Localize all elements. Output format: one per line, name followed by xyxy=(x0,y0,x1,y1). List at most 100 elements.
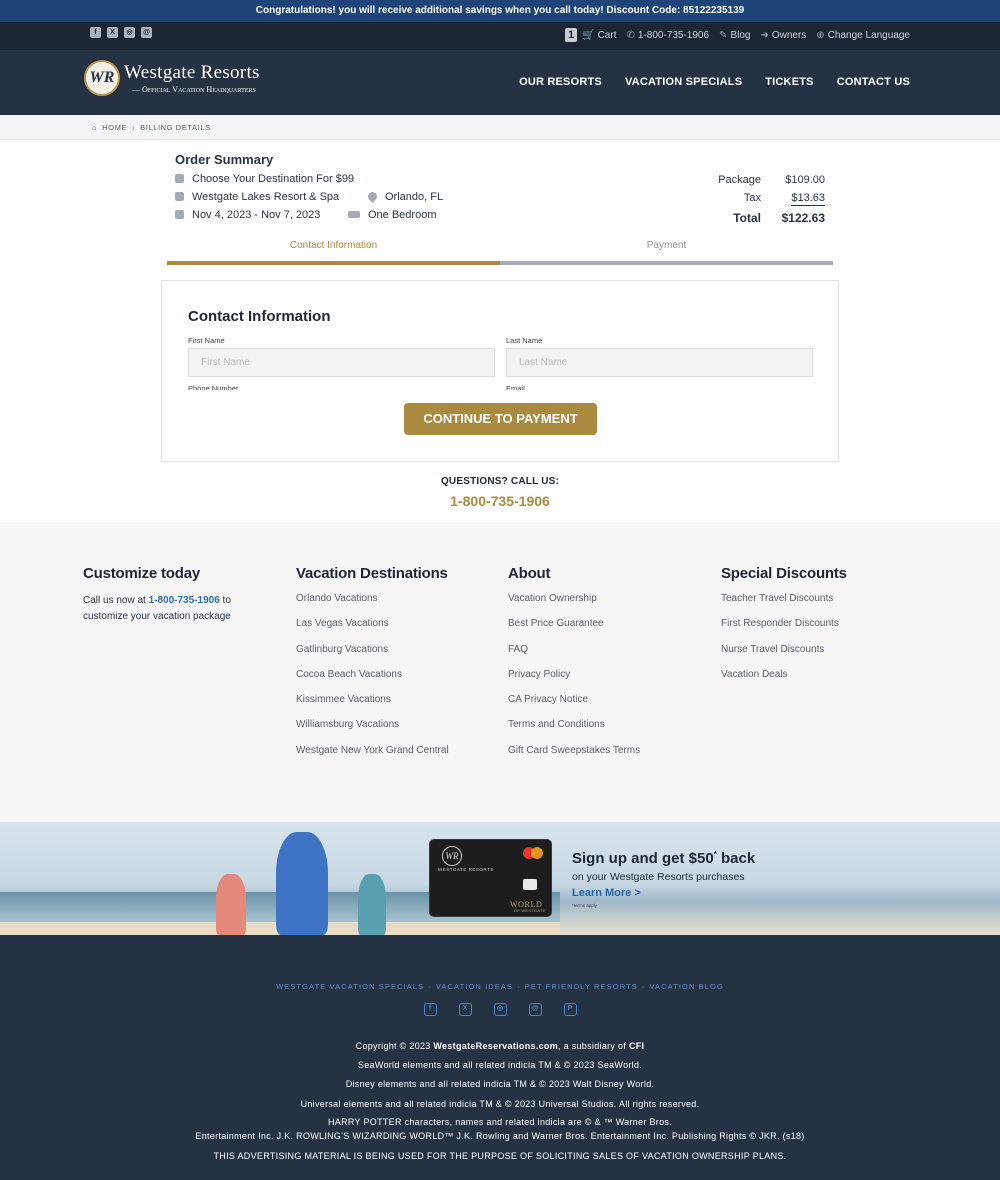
footer-link[interactable]: Cocoa Beach Vacations xyxy=(296,669,449,694)
questions-label: QUESTIONS? CALL US: xyxy=(440,476,560,487)
footer-link[interactable]: Williamsburg Vacations xyxy=(296,719,449,744)
footer-link[interactable]: Teacher Travel Discounts xyxy=(721,593,847,618)
footer-link[interactable]: CA Privacy Notice xyxy=(508,694,640,719)
order-summary: Order Summary Choose Your Destination Fo… xyxy=(175,152,825,225)
owners-link[interactable]: ➔ Owners xyxy=(760,30,806,41)
calendar-icon xyxy=(175,210,184,219)
footer-link[interactable]: Las Vegas Vacations xyxy=(296,618,449,643)
footer-link[interactable]: Nurse Travel Discounts xyxy=(721,644,847,669)
email-label: Email xyxy=(506,384,525,390)
footer-columns: Customize today Call us now at 1-800-735… xyxy=(0,522,1000,822)
harry-potter-notice-1: HARRY POTTER characters, names and relat… xyxy=(328,1117,672,1127)
x-twitter-icon[interactable]: X xyxy=(458,1003,472,1016)
bottom-link-separator: · xyxy=(517,982,521,991)
footer-link[interactable]: Vacation Deals xyxy=(721,669,847,694)
copyright-site[interactable]: WestgateReservations.com xyxy=(433,1041,558,1051)
banner-headline-post: back xyxy=(716,850,756,867)
banner-learn-more-link[interactable]: Learn More > xyxy=(572,887,755,899)
price-table: Package $109.00 Tax $13.63 Total $122.63 xyxy=(671,171,825,229)
banner-subline: on your Westgate Resorts purchases xyxy=(572,871,745,883)
bottom-links: WESTGATE VACATION SPECIALS · VACATION ID… xyxy=(0,982,1000,991)
breadcrumb-home[interactable]: HOME xyxy=(102,123,127,132)
breadcrumb: ⌂ HOME › BILLING DETAILS xyxy=(92,123,211,132)
bottom-link-pet-friendly[interactable]: PET FRIENDLY RESORTS xyxy=(525,982,638,991)
footer-link[interactable]: Kissimmee Vacations xyxy=(296,694,449,719)
footer-link[interactable]: Westgate New York Grand Central xyxy=(296,745,449,770)
promo-text: Congratulations! you will receive additi… xyxy=(255,5,745,16)
cart-icon: 🛒 xyxy=(582,29,595,41)
threads-icon[interactable]: @ xyxy=(528,1003,542,1016)
total-price: $122.63 xyxy=(781,211,825,225)
pinterest-icon[interactable]: P xyxy=(563,1003,577,1016)
cart-link[interactable]: 1 🛒 Cart xyxy=(565,28,616,42)
threads-icon[interactable]: @ xyxy=(141,27,152,38)
footer-link[interactable]: Best Price Guarantee xyxy=(508,618,640,643)
instagram-icon[interactable]: ◎ xyxy=(493,1003,507,1016)
logo-mark: WR xyxy=(84,60,120,96)
main-nav: OUR RESORTS VACATION SPECIALS TICKETS CO… xyxy=(519,76,910,88)
bottom-link-vacation-specials[interactable]: WESTGATE VACATION SPECIALS xyxy=(276,982,424,991)
site-logo[interactable]: WR Westgate Resorts — Official Vacation … xyxy=(84,60,260,96)
card-logo: WR xyxy=(442,846,462,866)
cart-label: Cart xyxy=(597,29,617,41)
nav-vacation-specials[interactable]: VACATION SPECIALS xyxy=(625,76,742,88)
breadcrumb-bar: ⌂ HOME › BILLING DETAILS xyxy=(0,115,1000,140)
customize-title: Customize today xyxy=(83,565,201,582)
blog-link[interactable]: ✎ Blog xyxy=(719,30,750,41)
nav-tickets[interactable]: TICKETS xyxy=(765,76,813,88)
banner-text: Sign up and get $50* back on your Westga… xyxy=(572,850,755,908)
footer-link[interactable]: Gift Card Sweepstakes Terms xyxy=(508,745,640,770)
beach-photo-adult xyxy=(276,832,328,935)
logo-name: Westgate Resorts xyxy=(124,62,260,83)
customize-phone[interactable]: 1-800-735-1906 xyxy=(149,595,220,606)
copyright-mid: , a subsidiary of xyxy=(558,1041,629,1051)
step-contact-information[interactable]: Contact Information xyxy=(167,240,500,251)
footer-link[interactable]: Privacy Policy xyxy=(508,669,640,694)
questions-phone[interactable]: 1-800-735-1906 xyxy=(0,493,1000,509)
bottom-footer: WESTGATE VACATION SPECIALS · VACATION ID… xyxy=(0,935,1000,1180)
last-name-field[interactable]: Last Name xyxy=(506,348,813,377)
footer-link[interactable]: Vacation Ownership xyxy=(508,593,640,618)
about-title: About xyxy=(508,565,551,582)
footer-link[interactable]: Terms and Conditions xyxy=(508,719,640,744)
footer-link[interactable]: Orlando Vacations xyxy=(296,593,449,618)
home-icon[interactable]: ⌂ xyxy=(92,123,97,132)
x-twitter-icon[interactable]: X xyxy=(107,27,118,38)
ownership-disclaimer: THIS ADVERTISING MATERIAL IS BEING USED … xyxy=(213,1151,787,1161)
first-name-field[interactable]: First Name xyxy=(188,348,495,377)
nav-our-resorts[interactable]: OUR RESORTS xyxy=(519,76,602,88)
blog-icon: ✎ xyxy=(719,29,728,41)
contact-form-heading: Contact Information xyxy=(188,308,331,325)
card-chip-icon xyxy=(523,879,537,890)
step-payment[interactable]: Payment xyxy=(500,240,833,251)
facebook-icon[interactable]: f xyxy=(423,1003,437,1016)
bottom-link-vacation-ideas[interactable]: VACATION IDEAS xyxy=(436,982,513,991)
instagram-icon[interactable]: ◎ xyxy=(124,27,135,38)
language-link[interactable]: ⊕ Change Language xyxy=(816,30,910,41)
top-social-icons: f X ◎ @ xyxy=(90,27,152,38)
phone-link[interactable]: ✆ 1-800-735-1906 xyxy=(626,30,709,41)
phone-label: 1-800-735-1906 xyxy=(637,29,710,41)
bottom-social-icons: f X ◎ @ P xyxy=(0,1003,1000,1016)
footer-link[interactable]: Gatlinburg Vacations xyxy=(296,644,449,669)
facebook-icon[interactable]: f xyxy=(90,27,101,38)
disney-notice: Disney elements and all related indicia … xyxy=(345,1079,655,1089)
footer-link[interactable]: First Responder Discounts xyxy=(721,618,847,643)
map-pin-icon xyxy=(366,190,379,203)
footer-link[interactable]: FAQ xyxy=(508,644,640,669)
credit-card-promo-banner[interactable]: WR WESTGATE RESORTS WORLD OF WESTGATE Si… xyxy=(0,822,1000,935)
continue-to-payment-button[interactable]: CONTINUE TO PAYMENT xyxy=(404,403,597,435)
bottom-link-vacation-blog[interactable]: VACATION BLOG xyxy=(649,982,723,991)
about-column: About Vacation Ownership Best Price Guar… xyxy=(508,565,640,770)
copyright-line: Copyright © 2023 WestgateReservations.co… xyxy=(0,1041,1000,1051)
total-row: Total $122.63 xyxy=(671,207,825,229)
nav-contact-us[interactable]: CONTACT US xyxy=(837,76,910,88)
building-icon xyxy=(175,192,184,201)
credit-card-image: WR WESTGATE RESORTS WORLD OF WESTGATE xyxy=(429,839,552,917)
contact-form-card: Contact Information First Name First Nam… xyxy=(161,280,839,462)
site-header: WR Westgate Resorts — Official Vacation … xyxy=(0,50,1000,115)
customize-text: Call us now at 1-800-735-1906 to customi… xyxy=(83,593,243,625)
utility-links: 1 🛒 Cart ✆ 1-800-735-1906 ✎ Blog ➔ Owner… xyxy=(565,28,910,42)
progress-bar-complete xyxy=(167,261,500,265)
bottom-link-separator: · xyxy=(428,982,432,991)
